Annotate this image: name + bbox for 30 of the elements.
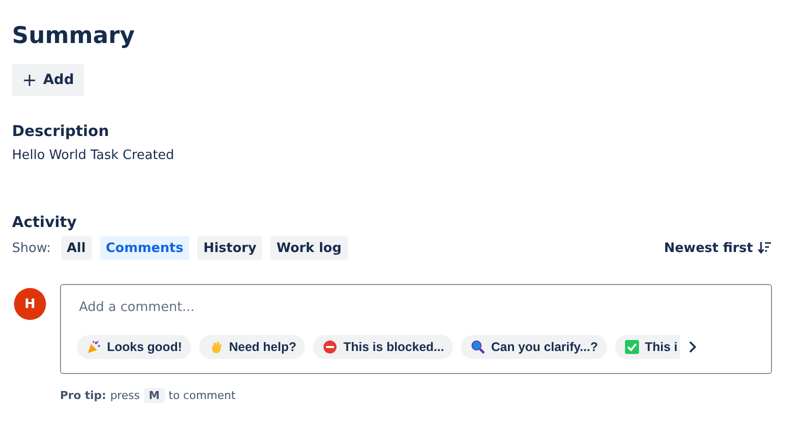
tip-text: press: [110, 389, 140, 402]
tip-label: Pro tip:: [60, 389, 106, 402]
show-label: Show:: [12, 240, 51, 256]
description-text: Hello World Task Created: [12, 147, 176, 165]
filter-tab[interactable]: History: [197, 236, 262, 260]
keyboard-key: M: [144, 388, 165, 403]
quick-reply-chip[interactable]: Need help?: [199, 335, 306, 359]
quick-reply-chip[interactable]: This is blocked...: [313, 335, 454, 359]
plus-icon: +: [22, 70, 38, 90]
check-mark-icon: [624, 340, 639, 354]
quick-reply-chip[interactable]: Can you clarify...?: [461, 335, 607, 359]
waving-hand-icon: [209, 340, 223, 354]
add-button[interactable]: + Add: [12, 64, 84, 96]
section-heading: Activity: [12, 212, 78, 232]
filter-tab[interactable]: Work log: [270, 236, 348, 260]
magnifier-icon: [471, 340, 486, 354]
party-popper-icon: [87, 340, 101, 354]
filter-tab[interactable]: Comments: [100, 236, 190, 260]
quick-reply-chip[interactable]: This i: [614, 335, 680, 359]
no-entry-icon: [323, 340, 338, 354]
filter-tab[interactable]: All: [60, 236, 92, 260]
page-title: Summary: [12, 22, 136, 51]
tip-text: to comment: [168, 389, 236, 402]
sort-button[interactable]: Newest first: [664, 240, 772, 256]
quick-reply-chip[interactable]: Looks good!: [77, 335, 191, 359]
chevron-right-icon: [688, 341, 696, 353]
sort-icon: [758, 242, 772, 254]
comment-box[interactable]: Add a comment... Looks good! Need help? This is blocked... Can you clarify...? This i: [60, 284, 772, 374]
section-heading: Description: [12, 121, 110, 141]
user-avatar: H: [14, 288, 46, 320]
